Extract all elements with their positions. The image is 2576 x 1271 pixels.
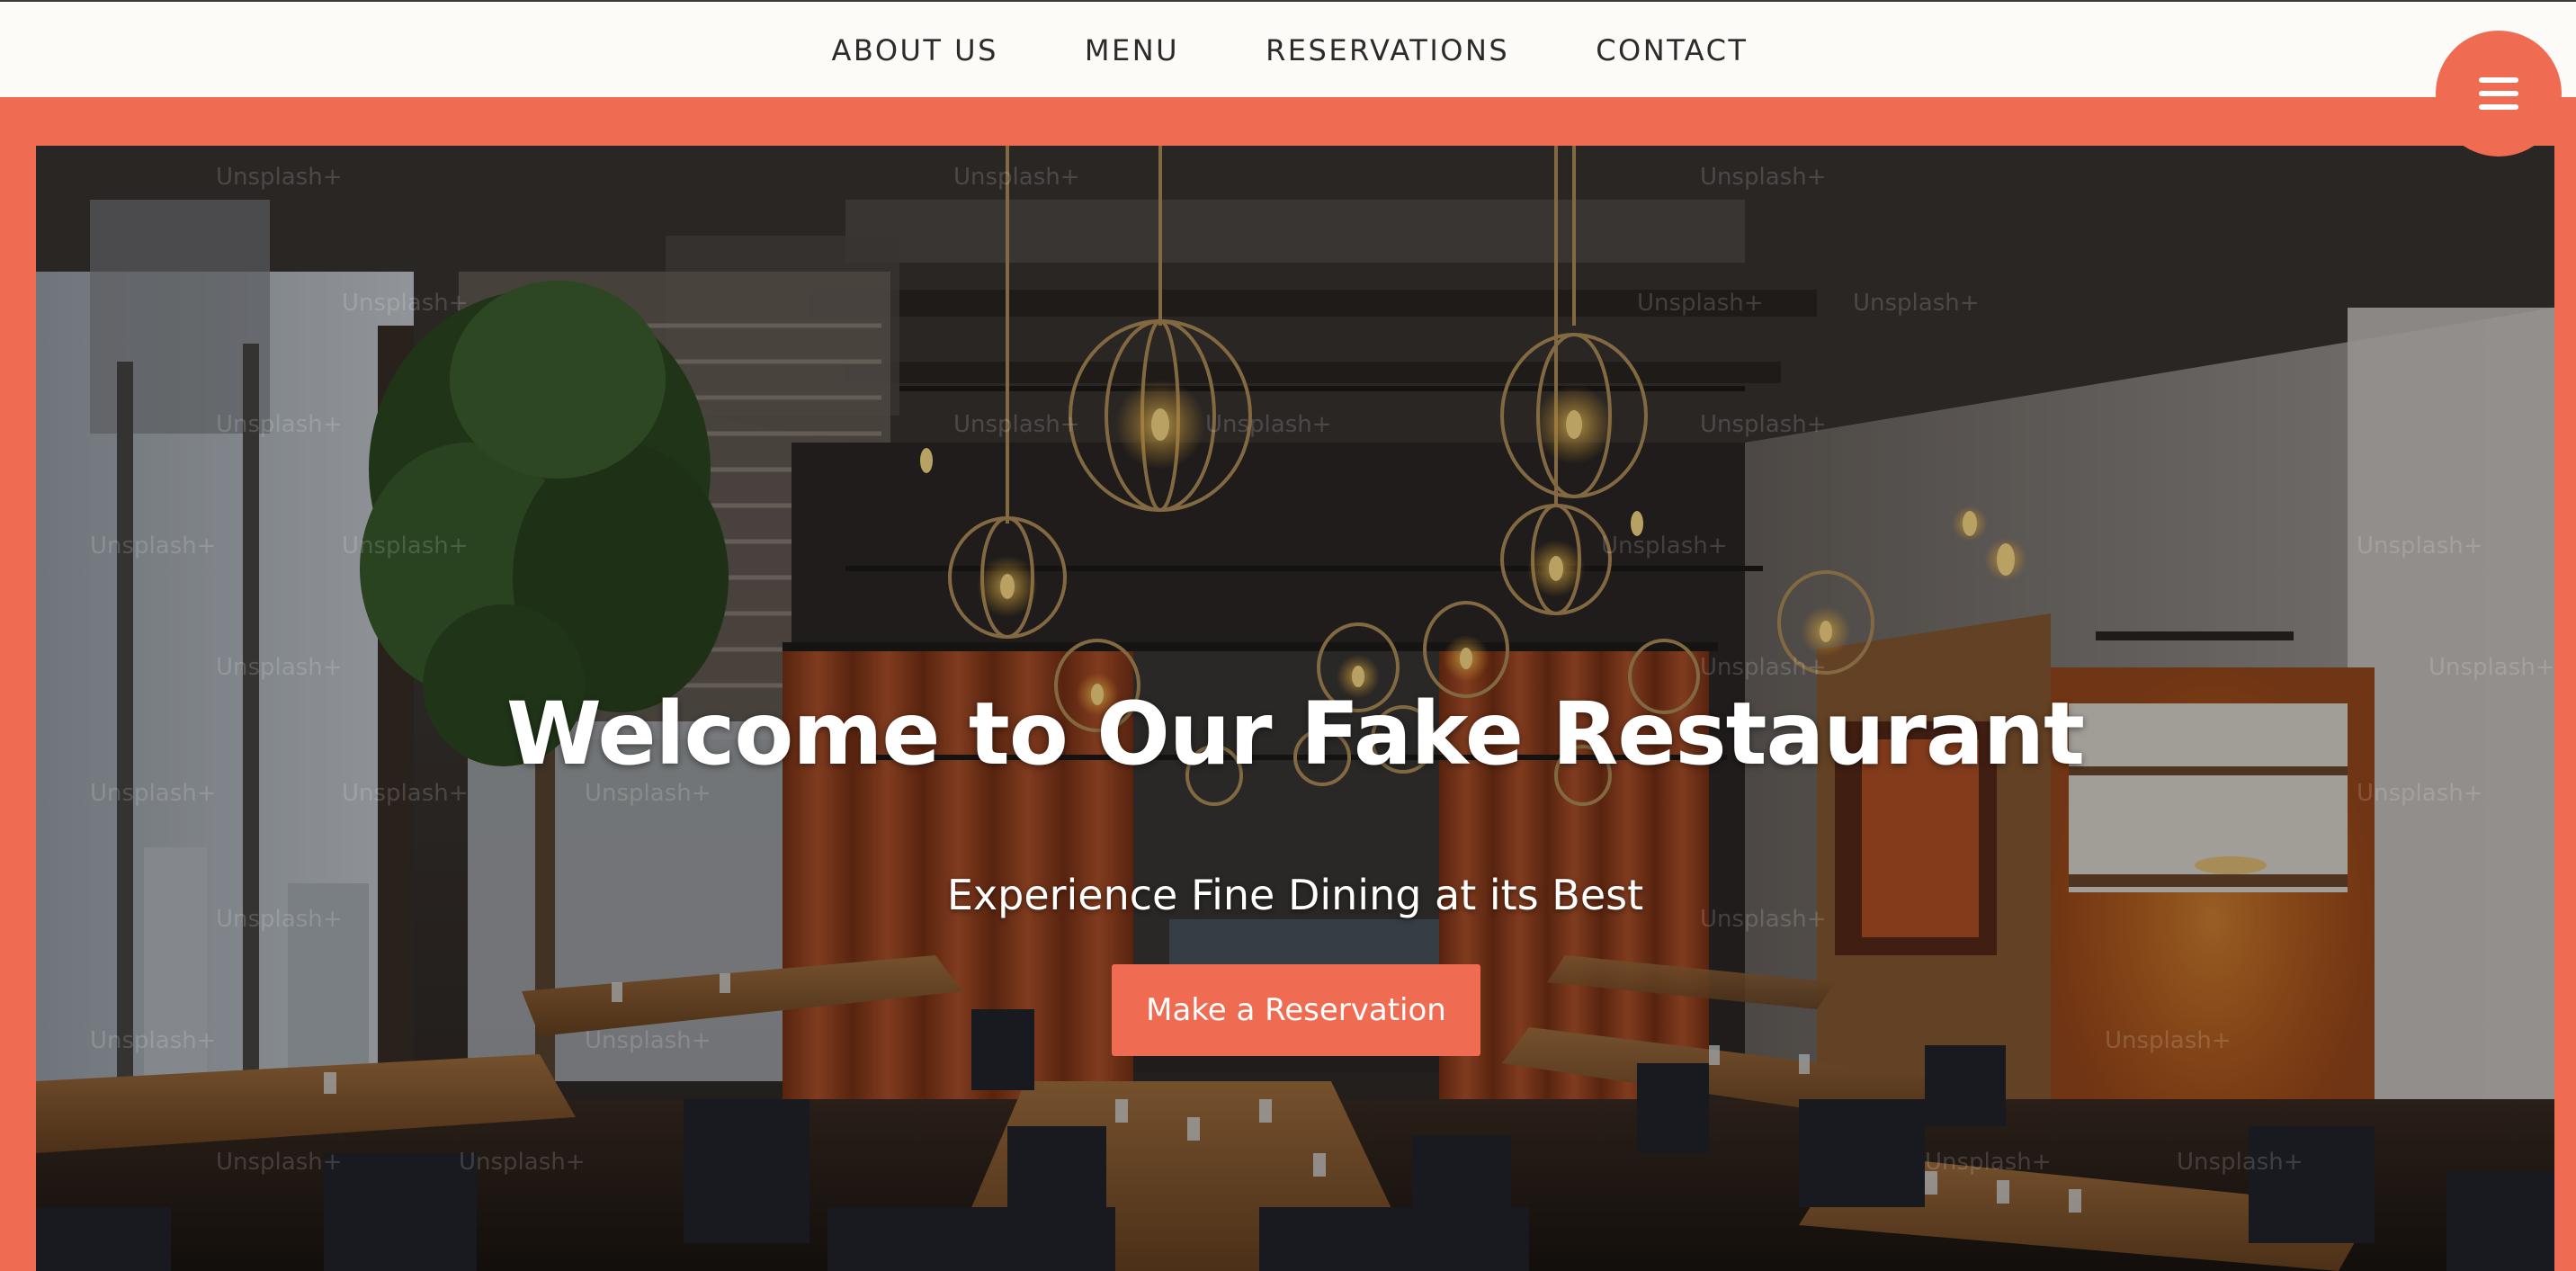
nav-links: ABOUT US MENU RESERVATIONS CONTACT [0, 2, 2576, 99]
hero-subtitle: Experience Fine Dining at its Best [946, 871, 1644, 919]
nav-link-menu[interactable]: MENU [1085, 33, 1179, 67]
hero-title: Welcome to Our Fake Restaurant [506, 684, 2085, 784]
menu-toggle-button[interactable] [2436, 31, 2562, 157]
nav-link-about-us[interactable]: ABOUT US [832, 33, 998, 67]
nav-link-reservations[interactable]: RESERVATIONS [1266, 33, 1509, 67]
page: ABOUT US MENU RESERVATIONS CONTACT Welco… [0, 0, 2576, 1271]
top-navbar: ABOUT US MENU RESERVATIONS CONTACT [0, 0, 2576, 97]
hero-section: Unsplash+ Unsplash+ Unsplash+ Unsplash+ … [36, 146, 2554, 1271]
hamburger-menu-icon [2479, 77, 2518, 110]
make-reservation-button[interactable]: Make a Reservation [1112, 964, 1480, 1056]
nav-link-contact[interactable]: CONTACT [1596, 33, 1748, 67]
